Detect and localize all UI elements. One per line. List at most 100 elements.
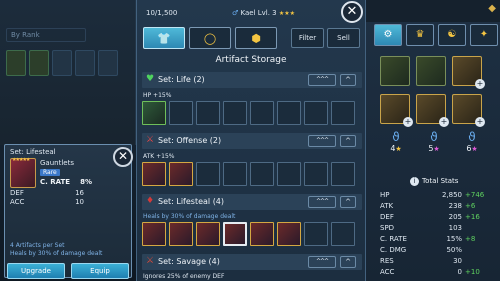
artifact-slot[interactable]: [142, 162, 166, 186]
artifact-name: Gauntlets: [40, 159, 74, 167]
amulet-icon: ϑ: [430, 130, 438, 144]
tab-masteries[interactable]: ☯: [438, 24, 466, 46]
storage-topbar: 10/1,500 ♂ Kael Lvl. 3 ★★★ ✕: [137, 0, 365, 24]
chestplate-icon: 👕: [157, 31, 171, 45]
hero-gear-panel: ◆ ⚙ ♛ ☯ ✦ + + + + ϑ 4★ ϑ 5★ ϑ 6★ i Total…: [366, 0, 500, 281]
collapse-set-button[interactable]: ^^^: [308, 196, 336, 208]
tab-artifacts[interactable]: 👕: [143, 27, 185, 49]
artifact-slot[interactable]: [331, 101, 355, 125]
artifact-slot[interactable]: [250, 101, 274, 125]
hero-tabs: ⚙ ♛ ☯ ✦: [374, 24, 498, 46]
artifact-slot[interactable]: [331, 222, 355, 246]
info-icon[interactable]: i: [410, 177, 419, 186]
amulet-slot[interactable]: ϑ 5★: [420, 130, 448, 153]
stat-value: 50%: [446, 246, 462, 254]
background-artifact-list: By Rank: [0, 0, 136, 145]
collapse-set-button[interactable]: ^^^: [308, 74, 336, 86]
stat-bonus: +10: [465, 268, 480, 276]
artifact-slot[interactable]: [75, 50, 95, 76]
gear-row: + + +: [380, 94, 485, 127]
tab-banners[interactable]: ⬢: [235, 27, 277, 49]
stat-row: DEF 205 +16: [380, 213, 498, 221]
boots-slot[interactable]: +: [452, 94, 485, 127]
stat-name: ACC: [380, 268, 395, 276]
background-slots: [6, 50, 118, 76]
banner-icon: ϑ: [468, 130, 476, 144]
stat-row: HP 2,850 +746: [380, 191, 498, 199]
artifact-slot[interactable]: [169, 162, 193, 186]
ring-slot[interactable]: ϑ 4★: [382, 130, 410, 153]
crown-icon: ♛: [415, 29, 425, 40]
artifact-slot[interactable]: [331, 162, 355, 186]
artifact-slot[interactable]: [304, 101, 328, 125]
set-header-savage[interactable]: ⚔ Set: Savage (4) ^^^ ^: [142, 254, 362, 270]
scroll-up-button[interactable]: ^: [340, 135, 356, 147]
artifact-slot[interactable]: [304, 162, 328, 186]
close-storage-button[interactable]: ✕: [341, 1, 363, 23]
hero-panel-topbar: ◆: [366, 0, 500, 22]
set-header-lifesteal[interactable]: ♦ Set: Lifesteal (4) ^^^ ^: [142, 194, 362, 210]
stat-bonus: +8: [465, 235, 476, 243]
artifact-slot[interactable]: [304, 222, 328, 246]
skills-icon: ✦: [479, 29, 489, 40]
artifact-slot[interactable]: [196, 101, 220, 125]
set-bonus: ATK +15%: [143, 153, 175, 160]
artifact-slot[interactable]: [98, 50, 118, 76]
tab-rings[interactable]: ◯: [189, 27, 231, 49]
stat-row: ATK 238 +6: [380, 202, 498, 210]
banner-slot[interactable]: ϑ 6★: [458, 130, 486, 153]
gloves-slot[interactable]: +: [380, 94, 413, 127]
stat-row: ACC 0 +10: [380, 268, 498, 276]
artifact-slot[interactable]: [52, 50, 72, 76]
collapse-set-button[interactable]: ^^^: [308, 256, 336, 268]
artifact-slot[interactable]: [142, 222, 166, 246]
artifact-slot[interactable]: [277, 162, 301, 186]
artifact-slot[interactable]: [6, 50, 26, 76]
artifact-slot[interactable]: [250, 222, 274, 246]
total-stats-label: Total Stats: [422, 177, 459, 185]
artifact-slot[interactable]: [196, 162, 220, 186]
chest-slot[interactable]: +: [416, 94, 449, 127]
selected-artifact-slot[interactable]: [223, 222, 247, 246]
close-info-button[interactable]: ✕: [113, 147, 133, 167]
scroll-up-button[interactable]: ^: [340, 256, 356, 268]
accessory-row: ϑ 4★ ϑ 5★ ϑ 6★: [382, 130, 486, 153]
set-header-life[interactable]: ♥ Set: Life (2) ^^^ ^: [142, 72, 362, 88]
set-bonus: HP +15%: [143, 92, 172, 99]
stat-name: C. DMG: [380, 246, 407, 254]
sort-dropdown[interactable]: By Rank: [6, 28, 86, 42]
tab-ascend[interactable]: ♛: [406, 24, 434, 46]
equip-button[interactable]: Equip: [71, 263, 129, 279]
artifact-slot[interactable]: [223, 101, 247, 125]
artifact-slot[interactable]: [169, 222, 193, 246]
filter-button[interactable]: Filter: [291, 28, 324, 48]
sword-icon: ⚔: [146, 135, 155, 145]
tab-gear[interactable]: ⚙: [374, 24, 402, 46]
set-header-offense[interactable]: ⚔ Set: Offense (2) ^^^ ^: [142, 133, 362, 149]
artifact-slot[interactable]: [29, 50, 49, 76]
sell-button[interactable]: Sell: [327, 28, 360, 48]
add-icon: +: [439, 117, 449, 127]
substat-name: ACC: [10, 198, 25, 206]
artifact-slot[interactable]: [277, 222, 301, 246]
stat-name: RES: [380, 257, 394, 265]
artifact-slot[interactable]: [250, 162, 274, 186]
upgrade-button[interactable]: Upgrade: [7, 263, 65, 279]
scroll-up-button[interactable]: ^: [340, 196, 356, 208]
shield-slot[interactable]: +: [452, 56, 485, 89]
stat-name: SPD: [380, 224, 395, 232]
artifact-slot[interactable]: [277, 101, 301, 125]
substat-row: ACC 10: [10, 198, 84, 206]
artifact-slot[interactable]: [223, 162, 247, 186]
blood-drop-icon: ♦: [146, 196, 155, 206]
artifact-slot[interactable]: [142, 101, 166, 125]
tab-skills[interactable]: ✦: [470, 24, 498, 46]
artifact-slot[interactable]: [196, 222, 220, 246]
collapse-set-button[interactable]: ^^^: [308, 135, 336, 147]
artifact-slot[interactable]: [169, 101, 193, 125]
stat-value: 103: [448, 224, 462, 232]
scroll-up-button[interactable]: ^: [340, 74, 356, 86]
weapon-slot[interactable]: [380, 56, 410, 86]
set-name: Set: Offense (2): [158, 136, 222, 145]
helmet-slot[interactable]: [416, 56, 446, 86]
